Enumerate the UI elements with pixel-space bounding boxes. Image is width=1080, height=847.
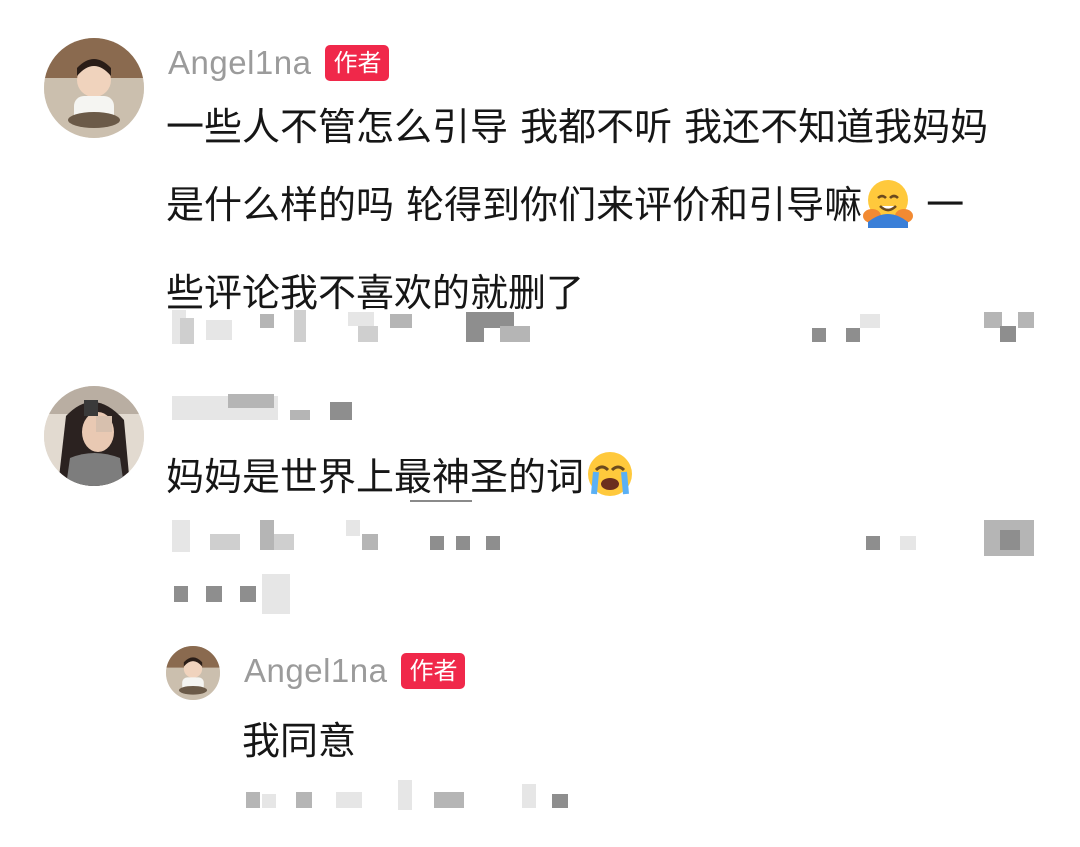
username[interactable]: Angel1na (244, 652, 387, 690)
avatar-image (44, 386, 144, 486)
comment-item: Angel1na 作者 一些人不管怎么引导 我都不听 我还不知道我妈妈 是什么样… (0, 0, 1080, 370)
comment-text: 我同意 (242, 719, 357, 763)
comment-text: 一些人不管怎么引导 我都不听 我还不知道我妈妈 是什么样的吗 轮得到你们来评价和… (166, 88, 1046, 332)
avatar[interactable] (44, 38, 144, 138)
avatar-image (44, 38, 144, 138)
reply-item: Angel1na 作者 我同意 (0, 620, 1080, 847)
comment-text-content: 妈妈是世界上最神圣的词 (166, 455, 585, 499)
text-highlight-underline (410, 500, 472, 502)
comment-line: 一些人不管怎么引导 我都不听 我还不知道我妈妈 (166, 105, 989, 149)
hugging-face-icon (862, 176, 914, 254)
comment-header: Angel1na 作者 (168, 44, 390, 82)
loudly-crying-face-icon (584, 448, 636, 526)
author-badge: 作者 (401, 653, 466, 689)
avatar[interactable] (44, 386, 144, 486)
author-badge: 作者 (325, 45, 390, 81)
comment-item: 妈妈是世界上最神圣的词 (0, 370, 1080, 620)
avatar[interactable] (166, 646, 220, 700)
comment-line-text: 是什么样的吗 轮得到你们来评价和引导嘛 (166, 183, 863, 227)
comment-line: 是什么样的吗 轮得到你们来评价和引导嘛 一 (166, 166, 1046, 254)
comment-text: 妈妈是世界上最神圣的词 (166, 438, 636, 526)
comment-header: Angel1na 作者 (244, 652, 466, 690)
avatar-image (166, 646, 220, 700)
username[interactable]: Angel1na (168, 44, 311, 82)
comment-line-tail: 一 (914, 183, 965, 227)
